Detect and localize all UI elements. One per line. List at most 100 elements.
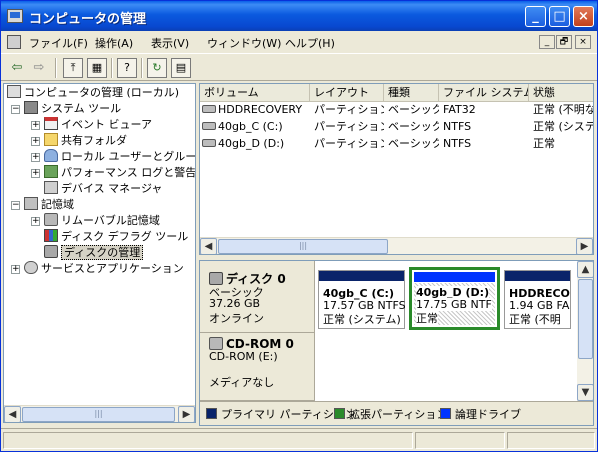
expand-toggle[interactable]: +	[31, 121, 40, 130]
tree-node-disk-defrag[interactable]: ディスク デフラグ ツール	[44, 229, 188, 245]
legend-extended: 拡張パーティション	[349, 408, 448, 421]
disk-size: 37.26 GB	[209, 297, 261, 310]
mdi-restore-button[interactable]: 🗗	[556, 35, 572, 49]
mdi-minimize-button[interactable]: _	[539, 35, 555, 49]
column-header-layout[interactable]: レイアウト	[310, 84, 384, 101]
defrag-icon	[44, 229, 58, 242]
performance-icon	[44, 165, 58, 178]
tree-node-event-viewer[interactable]: イベント ビューア	[44, 117, 152, 133]
column-header-type[interactable]: 種類	[384, 84, 439, 101]
column-header-volume[interactable]: ボリューム	[200, 84, 310, 101]
window: コンピュータの管理 _ □ × ファイル(F) 操作(A) 表示(V) ウィンド…	[0, 0, 598, 452]
collapse-toggle[interactable]: −	[11, 105, 20, 114]
tree-horizontal-scrollbar[interactable]: ◀ ||| ▶	[4, 405, 195, 422]
partition-bar	[319, 271, 404, 281]
toolbar-separator	[111, 58, 113, 78]
menu-view[interactable]: 表示(V)	[151, 35, 189, 51]
partition-c[interactable]: 40gb_C (C:) 17.57 GB NTFS 正常 (システム)	[318, 270, 406, 329]
computer-icon	[7, 85, 21, 98]
mdi-close-button[interactable]: ×	[575, 35, 591, 49]
properties-icon[interactable]: ?	[117, 58, 137, 78]
event-viewer-icon	[44, 117, 58, 130]
collapse-toggle[interactable]: −	[11, 201, 20, 210]
expand-toggle[interactable]: +	[31, 153, 40, 162]
scroll-right-icon[interactable]: ▶	[178, 406, 195, 422]
tree-node-local-users[interactable]: ローカル ユーザーとグループ	[44, 149, 195, 165]
legend-logical: 論理ドライブ	[455, 408, 521, 421]
partition-d-selected[interactable]: 40gb_D (D:) 17.75 GB NTF 正常	[409, 267, 500, 330]
toolbar: ⇦ ⇨ ⤒ ▦ ? ↻ ▤	[1, 53, 597, 81]
volume-horizontal-scrollbar[interactable]: ◀ ||| ▶	[200, 237, 593, 254]
expand-toggle[interactable]: +	[31, 137, 40, 146]
scroll-thumb[interactable]: |||	[22, 407, 175, 422]
tree-node-shared-folders[interactable]: 共有フォルダ	[44, 133, 127, 149]
cdrom-status: メディアなし	[209, 376, 275, 389]
disk-0-info[interactable]: ディスク 0 ベーシック 37.26 GB オンライン	[200, 261, 315, 333]
tree-node-storage[interactable]: 記憶域	[24, 197, 74, 213]
disk-management-icon	[44, 245, 58, 258]
disk-graphical-view: ディスク 0 ベーシック 37.26 GB オンライン 40gb_C (C:) …	[199, 260, 594, 426]
menu-help[interactable]: ヘルプ(H)	[285, 35, 335, 51]
shared-folder-icon	[44, 133, 58, 146]
tree-node-services-apps[interactable]: サービスとアプリケーション	[24, 261, 184, 277]
status-pane-2	[415, 432, 505, 449]
partition-legend: プライマリ パーティション 拡張パーティション 論理ドライブ	[200, 401, 593, 425]
menu-file[interactable]: ファイル(F)	[29, 35, 88, 51]
partition-hddrecovery[interactable]: HDDRECO 1.94 GB FA 正常 (不明	[504, 270, 571, 329]
minimize-button[interactable]: _	[525, 6, 546, 27]
menu-window[interactable]: ウィンドウ(W)	[207, 35, 281, 51]
window-title: コンピュータの管理	[29, 12, 147, 27]
scroll-left-icon[interactable]: ◀	[4, 406, 21, 422]
computer-management-icon	[7, 9, 23, 23]
disk-vertical-scrollbar[interactable]: ▲ ▼	[577, 261, 593, 401]
status-pane-main	[3, 432, 413, 449]
removable-storage-icon	[44, 213, 58, 226]
menu-action[interactable]: 操作(A)	[95, 35, 133, 51]
device-manager-icon	[44, 181, 58, 194]
expand-toggle[interactable]: +	[11, 265, 20, 274]
refresh-icon[interactable]: ↻	[147, 58, 167, 78]
toolbar-separator	[55, 58, 57, 78]
show-hide-tree-icon[interactable]: ▦	[87, 58, 107, 78]
expand-toggle[interactable]: +	[31, 169, 40, 178]
volume-icon	[202, 139, 216, 147]
back-arrow-icon[interactable]: ⇦	[7, 58, 27, 78]
title-bar[interactable]: コンピュータの管理 _ □ ×	[1, 1, 597, 31]
system-menu-icon[interactable]	[7, 35, 21, 49]
status-pane-3	[507, 432, 595, 449]
expand-toggle[interactable]: +	[31, 217, 40, 226]
volume-icon	[202, 105, 216, 113]
tree-node-device-manager[interactable]: デバイス マネージャ	[44, 181, 162, 197]
cdrom-name: CD-ROM 0	[226, 337, 294, 351]
storage-icon	[24, 197, 38, 210]
scroll-right-icon[interactable]: ▶	[576, 238, 593, 254]
volume-list: ボリューム レイアウト 種類 ファイル システム 状態 HDDRECOVERY …	[199, 83, 594, 255]
status-bar	[1, 428, 597, 451]
column-header-filesystem[interactable]: ファイル システム	[439, 84, 529, 101]
tree-node-system-tools[interactable]: システム ツール	[24, 101, 121, 117]
cdrom-icon	[209, 337, 223, 350]
volume-list-header: ボリューム レイアウト 種類 ファイル システム 状態	[200, 84, 593, 102]
tree-root[interactable]: コンピュータの管理 (ローカル)	[7, 85, 179, 101]
scroll-thumb[interactable]: |||	[218, 239, 388, 254]
tree-node-performance-logs[interactable]: パフォーマンス ログと警告	[44, 165, 195, 181]
maximize-button[interactable]: □	[549, 6, 570, 27]
scroll-up-icon[interactable]: ▲	[577, 261, 593, 278]
services-icon	[24, 261, 38, 274]
up-folder-icon[interactable]: ⤒	[63, 58, 83, 78]
close-button[interactable]: ×	[573, 6, 594, 27]
tree-node-removable-storage[interactable]: リムーバブル記憶域	[44, 213, 160, 229]
scroll-thumb[interactable]	[578, 279, 593, 359]
scroll-down-icon[interactable]: ▼	[577, 384, 593, 401]
export-list-icon[interactable]: ▤	[171, 58, 191, 78]
forward-arrow-icon[interactable]: ⇨	[29, 58, 49, 78]
users-icon	[44, 149, 58, 162]
legend-extended-swatch	[334, 408, 345, 419]
column-header-status[interactable]: 状態	[529, 84, 593, 101]
scroll-left-icon[interactable]: ◀	[200, 238, 217, 254]
legend-logical-swatch	[440, 408, 451, 419]
cdrom-0-info[interactable]: CD-ROM 0 CD-ROM (E:) メディアなし	[200, 333, 315, 401]
tree-node-disk-management[interactable]: ディスクの管理	[44, 245, 144, 261]
menu-bar: ファイル(F) 操作(A) 表示(V) ウィンドウ(W) ヘルプ(H) _ 🗗 …	[1, 31, 597, 53]
cdrom-drive: CD-ROM (E:)	[209, 350, 278, 363]
